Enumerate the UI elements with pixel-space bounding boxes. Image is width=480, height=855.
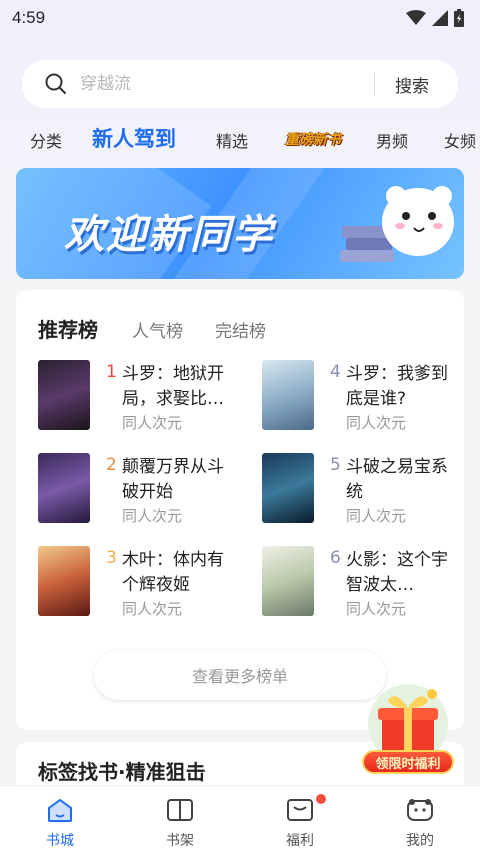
book-cover	[262, 360, 314, 430]
nav-label: 福利	[286, 833, 314, 849]
tab-completed[interactable]: 完结榜	[215, 317, 266, 342]
wifi-icon	[406, 10, 426, 25]
rank-number: 3	[106, 548, 117, 568]
rank-number: 5	[330, 455, 341, 475]
home-icon	[45, 796, 75, 824]
bookshelf-icon	[165, 796, 195, 824]
nav-label: 我的	[406, 833, 434, 849]
tab-male[interactable]: 男频	[376, 128, 408, 152]
tab-female[interactable]: 女频	[444, 128, 476, 152]
rank-number: 1	[106, 362, 117, 382]
book-genre: 同人次元	[346, 414, 407, 432]
bottom-nav: 书城 书架 福利 我的	[0, 785, 480, 855]
search-bar: 搜索	[22, 60, 458, 108]
book-genre: 同人次元	[346, 507, 407, 525]
gift-icon	[285, 796, 315, 824]
book-genre: 同人次元	[346, 600, 407, 618]
gift-box-icon	[368, 684, 448, 764]
book-cover	[262, 546, 314, 616]
rank-item[interactable]: 6 火影：这个宇智波太… 同人次元	[262, 546, 462, 618]
nav-label: 书城	[46, 833, 74, 849]
tab-recommended[interactable]: 推荐榜	[38, 314, 98, 343]
rank-item[interactable]: 4 斗罗：我爹到底是谁? 同人次元	[262, 360, 462, 432]
status-time: 4:59	[12, 8, 46, 27]
book-cover	[38, 453, 90, 523]
book-genre: 同人次元	[122, 414, 183, 432]
book-genre: 同人次元	[122, 507, 183, 525]
banner-title: 欢迎新同学	[64, 212, 274, 258]
more-rankings-button[interactable]: 查看更多榜单	[94, 650, 386, 700]
profile-icon	[405, 796, 435, 824]
ranking-card: 推荐榜 人气榜 完结榜 1 斗罗：地狱开局，求娶比… 同人次元 2 颠覆万界从斗…	[16, 290, 464, 730]
section-title: 标签找书·精准狙击	[38, 760, 206, 784]
rank-item[interactable]: 5 斗破之易宝系统 同人次元	[262, 453, 462, 525]
gift-label: 领限时福利	[362, 750, 454, 774]
nav-bookshelf[interactable]: 书架	[120, 786, 240, 855]
search-input[interactable]	[80, 69, 360, 99]
status-icons	[406, 9, 464, 27]
battery-icon	[454, 9, 464, 27]
welcome-banner[interactable]: 欢迎新同学	[16, 168, 464, 279]
tab-category[interactable]: 分类	[30, 128, 62, 152]
book-cover	[38, 546, 90, 616]
book-genre: 同人次元	[122, 600, 183, 618]
tab-popular[interactable]: 人气榜	[132, 317, 183, 342]
rank-item[interactable]: 2 颠覆万界从斗破开始 同人次元	[38, 453, 238, 525]
status-bar: 4:59	[0, 0, 480, 36]
search-icon	[44, 72, 68, 96]
book-title: 斗破之易宝系统	[346, 457, 448, 502]
tab-newcomer[interactable]: 新人驾到	[92, 123, 176, 153]
search-divider	[374, 72, 375, 96]
rank-item[interactable]: 1 斗罗：地狱开局，求娶比… 同人次元	[38, 360, 238, 432]
nav-label: 书架	[166, 833, 194, 849]
category-tabs: 分类 新人驾到 精选 重磅新书 男频 女频	[0, 118, 480, 158]
tab-new-books[interactable]: 重磅新书	[284, 126, 342, 152]
mascot-icon	[340, 186, 454, 262]
limited-gift-button[interactable]: 领限时福利	[360, 684, 456, 776]
book-title: 斗罗：地狱开局，求娶比…	[122, 364, 224, 409]
book-title: 斗罗：我爹到底是谁?	[346, 364, 448, 409]
book-cover	[38, 360, 90, 430]
nav-profile[interactable]: 我的	[360, 786, 480, 855]
rank-number: 6	[330, 548, 341, 568]
notification-dot	[316, 794, 326, 804]
rank-number: 4	[330, 362, 341, 382]
rank-item[interactable]: 3 木叶：体内有个辉夜姬 同人次元	[38, 546, 238, 618]
ranking-tabs: 推荐榜 人气榜 完结榜	[38, 314, 266, 343]
search-button[interactable]: 搜索	[395, 72, 429, 97]
nav-bookstore[interactable]: 书城	[0, 786, 120, 855]
signal-icon	[432, 10, 448, 26]
nav-welfare[interactable]: 福利	[240, 786, 360, 855]
book-cover	[262, 453, 314, 523]
book-title: 颠覆万界从斗破开始	[122, 457, 224, 502]
rank-number: 2	[106, 455, 117, 475]
tab-featured[interactable]: 精选	[216, 128, 248, 152]
book-title: 火影：这个宇智波太…	[346, 550, 448, 595]
book-title: 木叶：体内有个辉夜姬	[122, 550, 224, 595]
